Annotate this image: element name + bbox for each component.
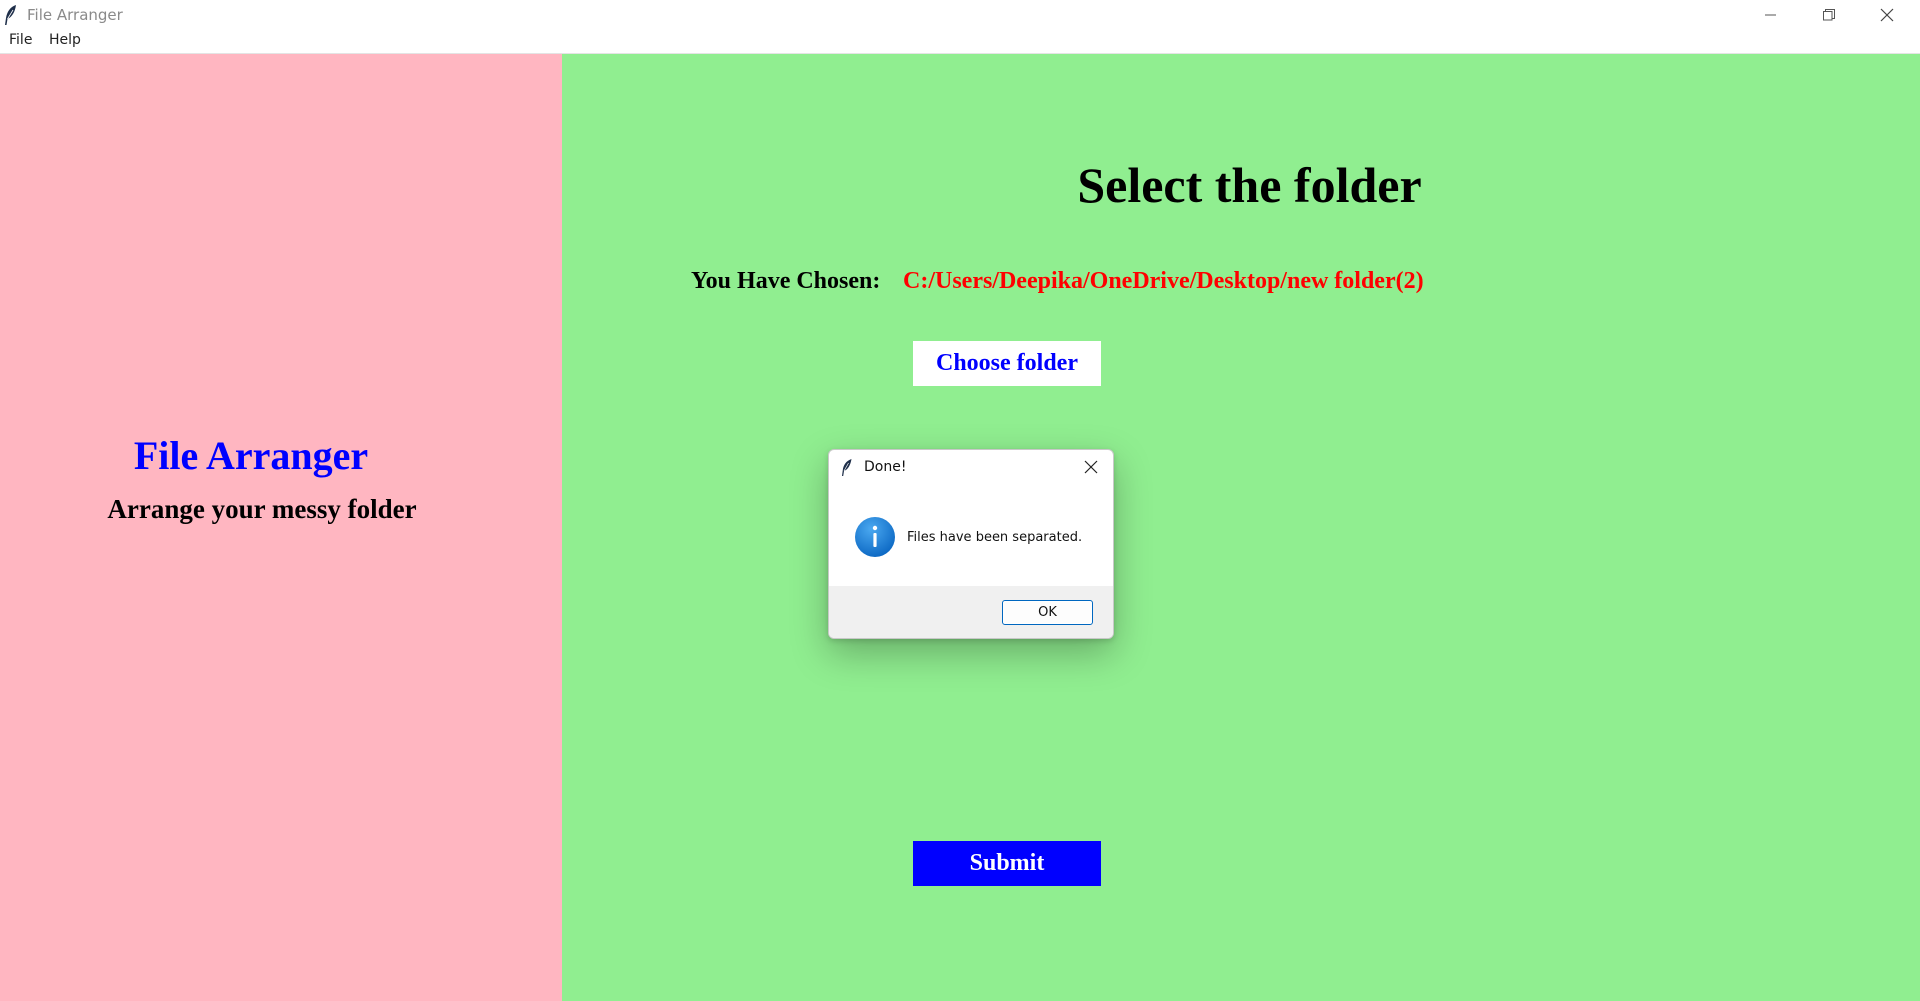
chosen-folder-label: You Have Chosen: (691, 268, 881, 294)
right-panel: Select the folder You Have Chosen: C:/Us… (562, 54, 1920, 1001)
app-window: File Arranger File Help File Arranger Ar… (0, 0, 1920, 1001)
menu-item-help[interactable]: Help (45, 32, 85, 48)
close-icon (1880, 8, 1894, 22)
minimize-button[interactable] (1742, 0, 1800, 29)
page-heading: Select the folder (1077, 157, 1422, 213)
left-panel: File Arranger Arrange your messy folder (0, 54, 562, 1001)
minimize-icon (1765, 9, 1777, 21)
dialog-title: Done! (864, 459, 907, 475)
restore-button[interactable] (1800, 0, 1858, 29)
dialog-title-bar: Done! (829, 450, 1113, 482)
done-dialog: Done! Files have been separated. OK (828, 449, 1114, 639)
restore-icon (1823, 8, 1835, 21)
app-subtitle: Arrange your messy folder (107, 494, 417, 524)
ok-button[interactable]: OK (1002, 600, 1093, 625)
chosen-folder-path: C:/Users/Deepika/OneDrive/Desktop/new fo… (903, 268, 1424, 294)
app-title: File Arranger (133, 433, 369, 478)
window-title: File Arranger (27, 6, 123, 24)
dialog-message: Files have been separated. (907, 530, 1083, 545)
feather-icon (841, 458, 853, 477)
dialog-close-button[interactable] (1083, 459, 1099, 475)
close-button[interactable] (1858, 0, 1916, 29)
info-icon (854, 516, 896, 558)
submit-button[interactable]: Submit (913, 841, 1101, 886)
title-bar: File Arranger (0, 0, 1920, 29)
choose-folder-button[interactable]: Choose folder (913, 341, 1101, 386)
dialog-footer: OK (829, 586, 1113, 638)
menu-item-file[interactable]: File (5, 32, 36, 48)
menu-bar: File Help (0, 29, 1920, 54)
feather-icon (4, 4, 18, 26)
